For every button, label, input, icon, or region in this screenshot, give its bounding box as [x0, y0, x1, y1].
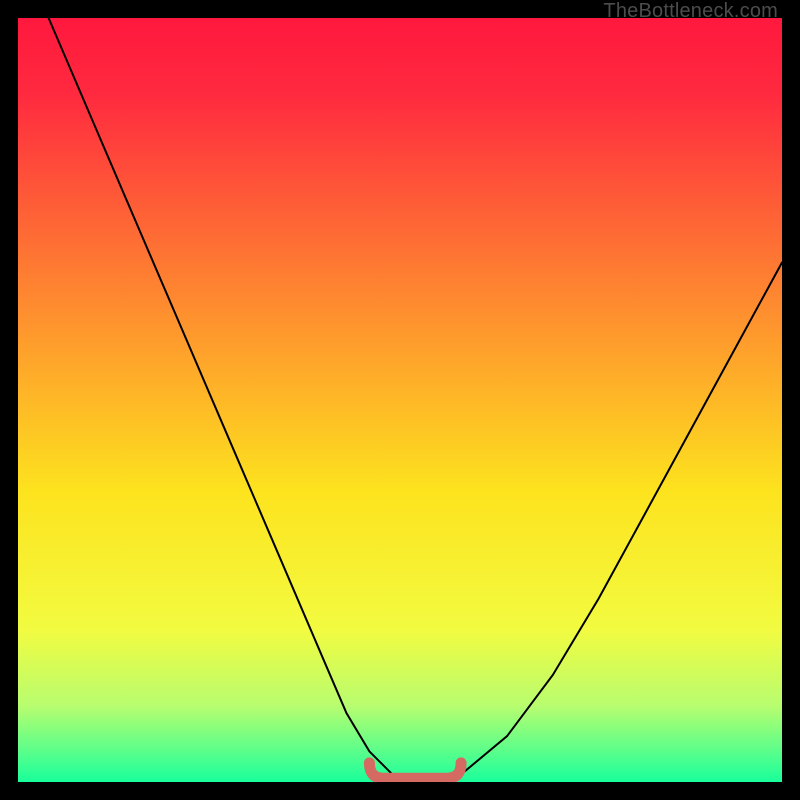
plot-area [18, 18, 782, 782]
chart-frame: TheBottleneck.com [0, 0, 800, 800]
bottleneck-curve [49, 18, 782, 782]
bottleneck-curve-svg [18, 18, 782, 782]
watermark-text: TheBottleneck.com [603, 0, 778, 23]
